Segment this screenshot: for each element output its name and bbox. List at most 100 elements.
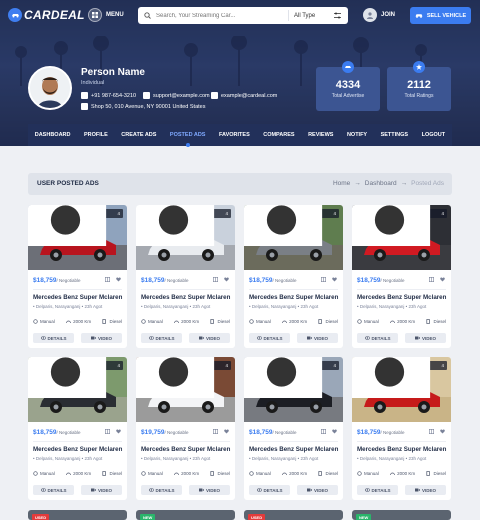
nav-posted-ads[interactable]: POSTED ADS	[170, 124, 205, 147]
heart-icon[interactable]	[440, 277, 445, 282]
top-bar: CARDEAL MENU All Type JOIN SELL VEHICLE	[0, 0, 480, 32]
car-photo[interactable]: USED 4	[28, 357, 127, 422]
ad-card[interactable]: NEW	[352, 510, 451, 520]
spec-transmission: Manual	[33, 471, 55, 476]
ad-title[interactable]: Mercedes Benz Super Mclaren	[33, 446, 122, 453]
compare-icon[interactable]	[321, 277, 326, 282]
email-example-info[interactable]: example@cardeal.com	[211, 92, 277, 99]
compare-icon[interactable]	[213, 277, 218, 282]
video-button[interactable]: VIDEO	[189, 485, 230, 495]
gauge-icon	[174, 320, 179, 324]
heart-icon[interactable]	[224, 277, 229, 282]
details-button[interactable]: DETAILS	[141, 485, 182, 495]
nav-favorites[interactable]: FAVORITES	[219, 124, 250, 146]
ad-title[interactable]: Mercedes Benz Super Mclaren	[249, 446, 338, 453]
email-support-info[interactable]: support@example.com	[143, 92, 210, 99]
ad-card[interactable]: USED	[244, 510, 343, 520]
compare-icon[interactable]	[105, 429, 110, 434]
search-input[interactable]	[156, 12, 288, 19]
ad-card[interactable]: NEW 4 $18,759/ Negotiable Mercedes Benz …	[136, 205, 235, 348]
menu-button[interactable]: MENU	[88, 8, 124, 22]
heart-icon[interactable]	[332, 277, 337, 282]
ad-location: • Delparis, Narayanganj	[249, 456, 297, 461]
ad-age: • 23h Agot	[189, 304, 211, 309]
car-photo[interactable]: NEW 4	[352, 357, 451, 422]
ad-title[interactable]: Mercedes Benz Super Mclaren	[33, 294, 122, 301]
join-button[interactable]: JOIN	[363, 8, 395, 22]
compare-icon[interactable]	[105, 277, 110, 282]
ad-buttons: DETAILS VIDEO	[357, 485, 446, 495]
car-logo-icon	[8, 8, 22, 22]
car-photo[interactable]: USEDFEATURED 4	[28, 205, 127, 270]
logo[interactable]: CARDEAL	[8, 8, 85, 22]
compare-icon[interactable]	[429, 429, 434, 434]
filter-icon[interactable]	[328, 12, 346, 19]
nav-dashboard[interactable]: DASHBOARD	[35, 124, 71, 146]
ad-title[interactable]: Mercedes Benz Super Mclaren	[141, 446, 230, 453]
nav-profile[interactable]: PROFILE	[84, 124, 108, 146]
spec-transmission: Manual	[249, 471, 271, 476]
ad-title[interactable]: Mercedes Benz Super Mclaren	[357, 294, 446, 301]
ad-card[interactable]: NEW 4 $18,759/ Negotiable Mercedes Benz …	[352, 205, 451, 348]
heart-icon[interactable]	[440, 429, 445, 434]
ad-card[interactable]: USEDFEATURED 4 $18,759/ Negotiable Merce…	[28, 205, 127, 348]
type-select[interactable]: All Type	[288, 10, 328, 21]
nav-create-ads[interactable]: CREATE ADS	[121, 124, 156, 146]
gear-icon	[33, 319, 38, 324]
compare-icon[interactable]	[213, 429, 218, 434]
nav-notify[interactable]: NOTIFY	[347, 124, 367, 146]
heart-icon[interactable]	[332, 429, 337, 434]
breadcrumb-dashboard[interactable]: Dashboard	[365, 180, 397, 187]
avatar	[28, 66, 72, 110]
compare-icon[interactable]	[429, 277, 434, 282]
heart-icon[interactable]	[116, 429, 121, 434]
ad-card[interactable]: USED 4 $18,759/ Negotiable Mercedes Benz…	[28, 357, 127, 500]
details-button[interactable]: DETAILS	[33, 485, 74, 495]
details-button[interactable]: DETAILS	[141, 333, 182, 343]
ad-meta: • Delparis, Narayanganj • 23h Agot	[357, 304, 426, 309]
email-example-text: example@cardeal.com	[221, 92, 278, 99]
video-button[interactable]: VIDEO	[297, 333, 338, 343]
ad-card[interactable]: NEWFRESH 4 $18,759/ Negotiable Mercedes …	[244, 205, 343, 348]
details-button[interactable]: DETAILS	[33, 333, 74, 343]
video-button[interactable]: VIDEO	[81, 485, 122, 495]
photo-count-badge: 4	[28, 357, 123, 398]
video-button[interactable]: VIDEO	[81, 333, 122, 343]
details-button[interactable]: DETAILS	[357, 485, 398, 495]
spec-fuel: Diesel	[318, 319, 338, 324]
heart-icon[interactable]	[116, 277, 121, 282]
ad-card[interactable]: NEW 4 $18,759/ Negotiable Mercedes Benz …	[352, 357, 451, 500]
nav-compares[interactable]: COMPARES	[263, 124, 294, 146]
video-button[interactable]: VIDEO	[189, 333, 230, 343]
car-photo[interactable]: NEW 4	[136, 357, 235, 422]
car-photo[interactable]: NEW 4	[352, 205, 451, 270]
ad-title[interactable]: Mercedes Benz Super Mclaren	[141, 294, 230, 301]
ad-card[interactable]: USEDFEATURED 4 $18,759/ Negotiable Merce…	[244, 357, 343, 500]
ad-card[interactable]: NEW 4 $19,759/ Negotiable Mercedes Benz …	[136, 357, 235, 500]
details-button[interactable]: DETAILS	[249, 333, 290, 343]
spec-km: 2000 Km	[174, 471, 199, 476]
ad-card[interactable]: NEW	[136, 510, 235, 520]
details-button[interactable]: DETAILS	[249, 485, 290, 495]
car-photo[interactable]: NEW 4	[136, 205, 235, 270]
ad-title[interactable]: Mercedes Benz Super Mclaren	[357, 446, 446, 453]
nav-reviews[interactable]: REVIEWS	[308, 124, 333, 146]
breadcrumb-home[interactable]: Home	[333, 180, 350, 187]
details-button[interactable]: DETAILS	[357, 333, 398, 343]
price-value: $18,759	[249, 277, 273, 284]
ad-title[interactable]: Mercedes Benz Super Mclaren	[249, 294, 338, 301]
video-button[interactable]: VIDEO	[297, 485, 338, 495]
compare-icon[interactable]	[321, 429, 326, 434]
gauge-icon	[282, 472, 287, 476]
nav-logout[interactable]: LOGOUT	[422, 124, 446, 146]
nav-settings[interactable]: SETTINGS	[381, 124, 409, 146]
video-button[interactable]: VIDEO	[405, 333, 446, 343]
phone-text: +91 987-654-3210	[91, 92, 137, 99]
price-value: $19,759	[141, 429, 165, 436]
ad-card[interactable]: USED	[28, 510, 127, 520]
car-photo[interactable]: USEDFEATURED 4	[244, 357, 343, 422]
car-photo[interactable]: NEWFRESH 4	[244, 205, 343, 270]
sell-vehicle-button[interactable]: SELL VEHICLE	[410, 7, 471, 24]
heart-icon[interactable]	[224, 429, 229, 434]
video-button[interactable]: VIDEO	[405, 485, 446, 495]
